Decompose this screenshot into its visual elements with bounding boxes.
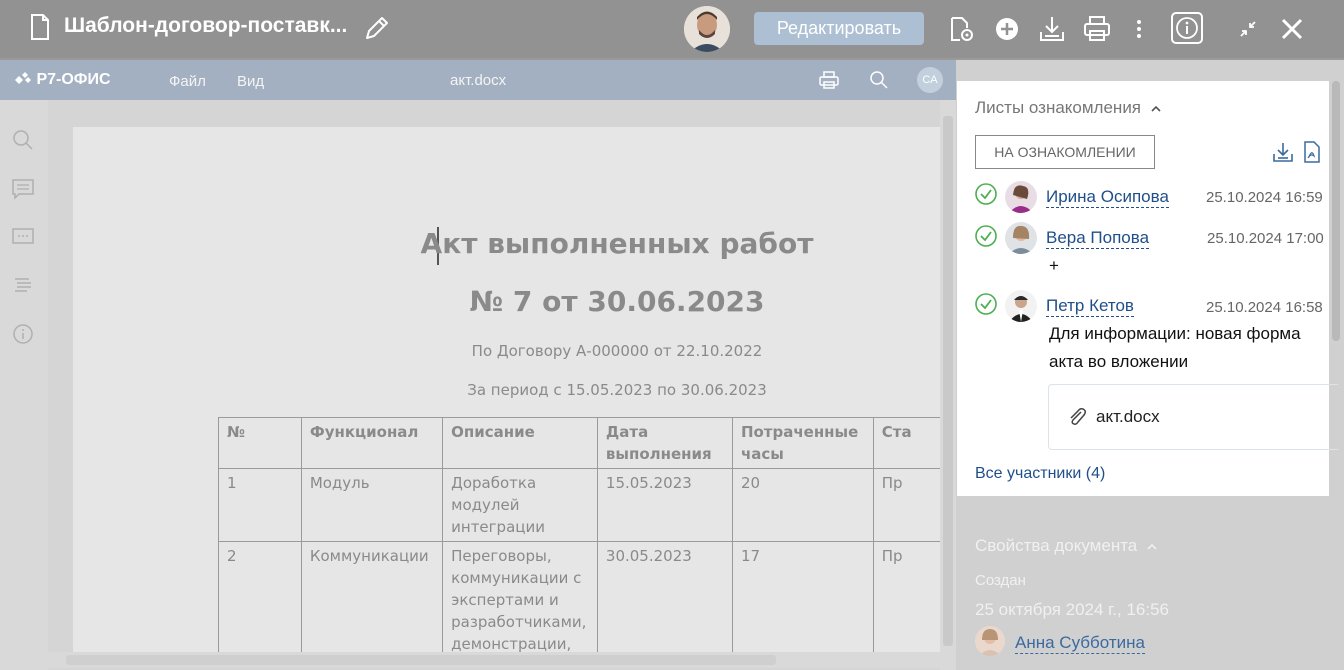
document-page[interactable]: Акт выполненных работ № 7 от 30.06.2023 … [73,127,943,655]
table-cell: Коммуникации [300,541,444,655]
table-cell: Пр [872,541,943,655]
editor-left-rail [0,100,48,670]
table-cell: Переговоры, коммуникации с экспертами и … [442,541,598,655]
panel-scrollbar[interactable] [1330,81,1344,421]
document-editor: Р7-ОФИС Файл Вид акт.docx CA Акт выполне… [0,60,956,670]
participant-name[interactable]: Вера Попова [1046,228,1150,249]
document-heading: Акт выполненных работ [420,227,814,260]
participant-timestamp: 25.10.2024 16:59 [1206,189,1323,206]
table-header: Функционал [300,417,444,469]
print-icon[interactable] [1082,14,1112,44]
table-cell: Доработка модулей интеграции [442,468,598,542]
scrollbar-thumb[interactable] [66,655,776,665]
acts-table: № Функционал Описание Дата выполнения По… [218,417,943,655]
app-header: Шаблон-договор-поставк... Редактировать [0,0,1344,58]
participant-comment: Для информации: новая форма акта во влож… [1049,324,1301,371]
scrollbar-thumb[interactable] [1332,81,1340,341]
table-header: Дата выполнения [596,417,733,469]
attachment-name[interactable]: акт.docx [1096,407,1160,427]
paperclip-icon [1070,408,1087,425]
document-contract-line: По Договору А-000000 от 22.10.2022 [471,342,763,360]
table-cell: 30.05.2023 [596,541,733,655]
check-icon [975,183,997,205]
pencil-icon[interactable] [362,13,392,43]
document-properties-title: Свойства документа [975,536,1138,555]
file-settings-icon[interactable] [946,14,976,44]
participant-name[interactable]: Ирина Осипова [1046,187,1169,208]
avatar [1005,181,1037,213]
editor-print-icon[interactable] [818,70,840,90]
scrollbar-thumb[interactable] [943,116,953,646]
editor-search-icon[interactable] [869,70,889,90]
pdf-icon[interactable] [1303,141,1321,163]
created-label: Создан [975,572,1026,589]
check-icon [975,225,997,247]
table-cell: 2 [218,541,302,655]
avatar [1005,290,1037,322]
document-title: Шаблон-договор-поставк... [64,14,348,37]
menu-view[interactable]: Вид [237,73,264,90]
chat-icon[interactable] [11,225,35,249]
table-cell: 1 [218,468,302,542]
app-name: Р7-ОФИС [36,71,111,88]
on-review-button[interactable]: НА ОЗНАКОМЛЕНИИ [975,135,1155,169]
close-icon[interactable] [1277,14,1307,44]
chevron-up-icon[interactable] [1150,105,1162,113]
info-icon[interactable] [1171,12,1203,44]
table-cell: Модуль [300,468,444,542]
about-info-icon[interactable] [11,322,35,346]
author-name[interactable]: Анна Субботина [1015,633,1145,654]
participant-comment: + [1049,256,1059,275]
table-cell: Пр [872,468,943,542]
chevron-up-icon[interactable] [1146,543,1158,551]
minimize-icon[interactable] [1233,14,1263,44]
participant-timestamp: 25.10.2024 17:00 [1207,230,1324,247]
editor-horizontal-scrollbar[interactable] [48,652,940,668]
comments-icon[interactable] [11,177,35,201]
table-row: 1 Модуль Доработка модулей интеграции 15… [218,468,943,542]
document-period-line: За период с 15.05.2023 по 30.06.2023 [467,381,767,399]
download-icon[interactable] [1272,141,1294,163]
table-row: 2 Коммуникации Переговоры, коммуникации … [218,541,943,655]
created-date: 25 октября 2024 г., 16:56 [975,600,1170,619]
user-avatar[interactable] [684,6,730,52]
navigation-icon[interactable] [11,273,35,297]
logo-icon [15,72,31,84]
ack-section-header[interactable]: Листы ознакомления [975,98,1162,118]
check-icon [975,293,997,315]
ack-section-title: Листы ознакомления [975,98,1142,117]
table-header-row: № Функционал Описание Дата выполнения По… [218,417,943,469]
document-number: № 7 от 30.06.2023 [469,285,765,318]
editor-toolbar: Р7-ОФИС Файл Вид акт.docx CA [0,60,956,100]
acknowledgement-card: Листы ознакомления НА ОЗНАКОМЛЕНИИ Ирина… [957,81,1338,496]
all-participants-link[interactable]: Все участники (4) [975,465,1105,483]
menu-file[interactable]: Файл [169,73,206,90]
participant-timestamp: 25.10.2024 16:58 [1206,299,1323,316]
editor-user-badge[interactable]: CA [917,67,943,93]
editor-logo: Р7-ОФИС [14,71,111,89]
more-vertical-icon[interactable] [1124,14,1154,44]
table-cell: 15.05.2023 [596,468,733,542]
editor-file-name: акт.docx [450,72,507,89]
attachment-card[interactable]: акт.docx [1048,384,1338,450]
table-cell: 20 [731,468,874,542]
download-icon[interactable] [1037,14,1067,44]
table-header: Описание [442,417,598,469]
participant-name[interactable]: Петр Кетов [1046,296,1134,317]
document-properties-header[interactable]: Свойства документа [975,536,1158,556]
table-header: № [218,417,302,469]
table-header: Ста [872,417,943,469]
avatar [1005,222,1037,254]
editor-vertical-scrollbar[interactable] [940,100,956,670]
plus-circle-icon[interactable] [992,14,1022,44]
search-icon[interactable] [11,128,35,152]
edit-button[interactable]: Редактировать [754,12,924,45]
table-cell: 17 [731,541,874,655]
document-icon [31,14,49,40]
avatar [975,626,1005,656]
table-header: Потраченные часы [731,417,874,469]
